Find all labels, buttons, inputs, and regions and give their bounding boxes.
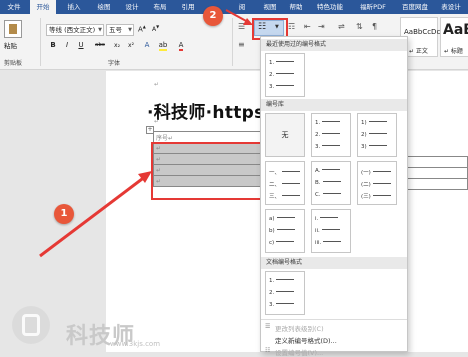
format-marker: 二、: [269, 182, 281, 188]
numbering-format-cell[interactable]: 1. 2. 3.: [265, 271, 305, 315]
none-label: 无: [281, 131, 289, 139]
format-marker: 2): [361, 132, 367, 138]
format-marker: 3.: [269, 84, 275, 90]
numbering-format-cell[interactable]: i. ii. iii.: [311, 209, 351, 253]
format-marker: (二): [361, 182, 371, 188]
numbering-format-cell[interactable]: 1. 2. 3.: [311, 113, 351, 157]
numbering-format-cell[interactable]: a) b) c): [265, 209, 305, 253]
format-marker: b): [269, 228, 275, 234]
menu-change-list-level[interactable]: 更改列表级别(C): [275, 323, 324, 333]
menu-set-numbering-value[interactable]: 设置编号值(V)...: [275, 347, 323, 357]
format-marker: 2.: [269, 72, 275, 78]
format-marker: (三): [361, 194, 371, 200]
list-level-icon: ☰: [265, 323, 271, 330]
numbering-format-cell[interactable]: 1. 2. 3.: [265, 53, 305, 97]
format-marker: a): [269, 216, 275, 222]
format-marker: 2.: [315, 132, 321, 138]
format-marker: c): [269, 240, 275, 246]
format-marker: 1.: [269, 278, 275, 284]
format-marker: 3.: [315, 144, 321, 150]
recent-formats-header: 最近使用过的编号格式: [261, 39, 407, 51]
step-badge-1: 1: [54, 204, 74, 224]
watermark-url: www.3kjs.com: [110, 340, 161, 348]
format-marker: 一、: [269, 170, 281, 176]
numbering-format-none[interactable]: 无: [265, 113, 305, 157]
numbering-dropdown-panel: 最近使用过的编号格式 1. 2. 3. 编号库 无 1. 2. 3. 1) 2)…: [260, 36, 408, 357]
format-marker: 1): [361, 120, 367, 126]
numbering-library-header: 编号库: [261, 99, 407, 111]
format-marker: 3): [361, 144, 367, 150]
format-marker: i.: [315, 216, 319, 222]
format-marker: (一): [361, 170, 371, 176]
format-marker: A.: [315, 168, 321, 174]
numbering-format-cell[interactable]: 1) 2) 3): [357, 113, 397, 157]
format-marker: 3.: [269, 302, 275, 308]
format-marker: ii.: [315, 228, 320, 234]
format-marker: 1.: [315, 120, 321, 126]
format-marker: 三、: [269, 194, 281, 200]
format-marker: B.: [315, 180, 321, 186]
document-formats-header: 文档编号格式: [261, 257, 407, 269]
menu-divider: [261, 319, 407, 320]
numbering-format-cell[interactable]: 一、 二、 三、: [265, 161, 305, 205]
set-value-icon: ☷: [265, 347, 271, 354]
format-marker: iii.: [315, 240, 322, 246]
step-badge-2: 2: [203, 6, 223, 26]
format-marker: C.: [315, 192, 321, 198]
numbering-format-cell[interactable]: (一) (二) (三): [357, 161, 397, 205]
format-marker: 2.: [269, 290, 275, 296]
format-marker: 1.: [269, 60, 275, 66]
numbering-format-cell[interactable]: A. B. C.: [311, 161, 351, 205]
menu-define-new-number-format[interactable]: 定义新编号格式(D)...: [275, 335, 337, 345]
